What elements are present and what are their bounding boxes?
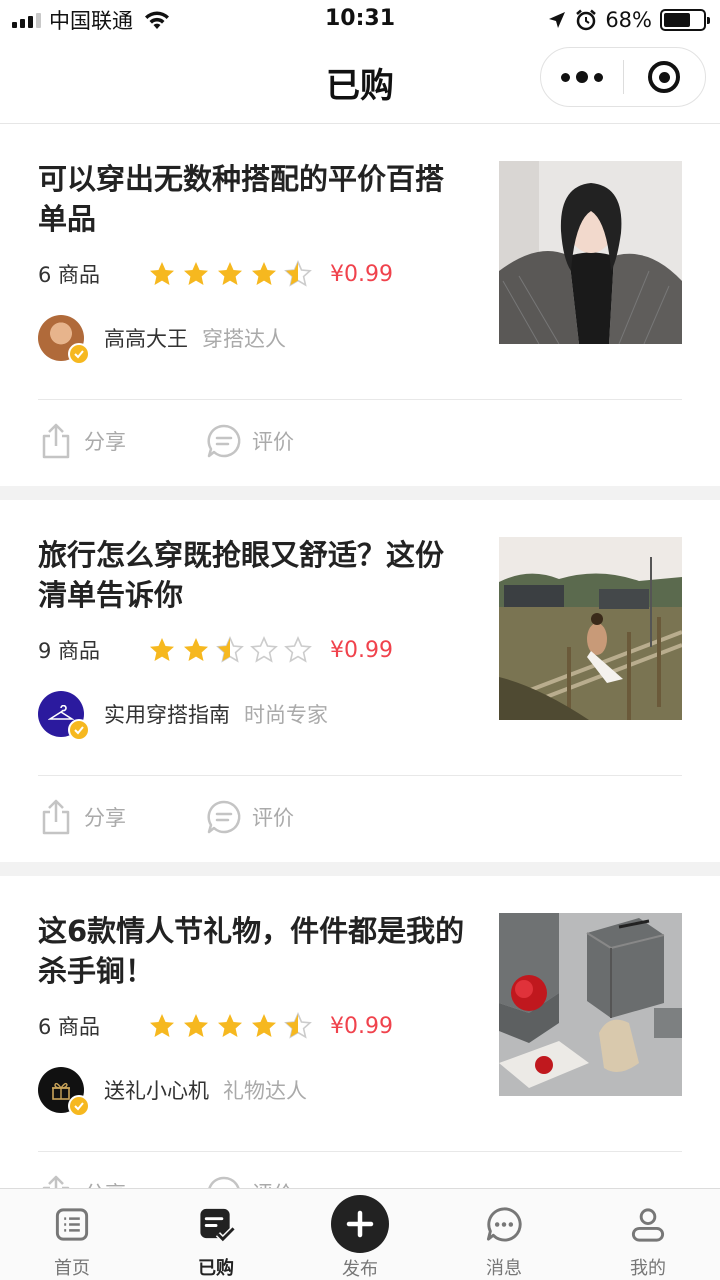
verified-badge-icon [68, 1095, 90, 1117]
tab-label: 发布 [342, 1259, 378, 1280]
author-name[interactable]: 送礼小心机 [104, 1075, 209, 1105]
chat-icon [486, 1207, 522, 1242]
hanger-icon [48, 705, 74, 720]
star-filled-icon [150, 262, 174, 285]
review-label: 评价 [252, 430, 294, 454]
tab-mine[interactable]: 我的 [576, 1189, 720, 1280]
review-label: 评价 [252, 806, 294, 830]
star-filled-icon [218, 262, 242, 285]
list-item[interactable]: 旅行怎么穿既抢眼又舒适？这份清单告诉你 9 商品 ¥0.99 实用穿搭指南 时尚… [0, 500, 720, 862]
battery-percent: 68% [605, 8, 652, 32]
card-title: 可以穿出无数种搭配的平价百搭单品 [38, 162, 445, 236]
item-count: 6 商品 [38, 1015, 101, 1039]
author-tag: 礼物达人 [223, 1079, 307, 1103]
cover-image[interactable] [499, 161, 682, 344]
tab-label: 首页 [54, 1258, 90, 1279]
nav-bar: 已购 [0, 40, 720, 124]
list-item[interactable]: 可以穿出无数种搭配的平价百搭单品 6 商品 ¥0.99 高高大王 穿搭达人 分享… [0, 124, 720, 486]
star-empty-icon [250, 636, 278, 663]
verified-badge-icon [68, 719, 90, 741]
battery-icon [660, 9, 710, 31]
share-icon [42, 423, 70, 459]
price: ¥0.99 [330, 261, 393, 287]
status-bar: 中国联通 10:31 68% [0, 0, 720, 40]
cover-image[interactable] [499, 913, 682, 1096]
share-icon [42, 799, 70, 835]
star-half-icon [284, 260, 312, 287]
tab-publish[interactable]: 发布 [288, 1189, 432, 1280]
close-button[interactable] [624, 48, 705, 106]
home-list-icon [55, 1208, 89, 1241]
author-tag: 时尚专家 [244, 703, 328, 727]
tab-home[interactable]: 首页 [0, 1189, 144, 1280]
review-button[interactable]: 评价 [206, 798, 294, 836]
share-label: 分享 [84, 806, 126, 830]
star-half-icon [284, 1012, 312, 1039]
comment-icon [207, 424, 241, 458]
price: ¥0.99 [330, 637, 393, 663]
avatar[interactable] [38, 691, 90, 741]
author-name[interactable]: 实用穿搭指南 [104, 699, 230, 729]
item-count: 6 商品 [38, 263, 101, 287]
tab-label: 消息 [486, 1258, 522, 1279]
star-filled-icon [184, 262, 208, 285]
avatar[interactable] [38, 315, 90, 365]
verified-badge-icon [68, 343, 90, 365]
rating-stars [148, 1012, 312, 1040]
price: ¥0.99 [330, 1013, 393, 1039]
card-title: 旅行怎么穿既抢眼又舒适？这份清单告诉你 [38, 538, 445, 612]
review-button[interactable]: 评价 [206, 422, 294, 460]
card-title: 这6款情人节礼物，件件都是我的杀手锏！ [38, 914, 465, 988]
tab-label: 我的 [630, 1258, 666, 1279]
star-filled-icon [184, 638, 208, 661]
avatar[interactable] [38, 1067, 90, 1117]
star-empty-icon [284, 636, 312, 663]
tab-label: 已购 [198, 1258, 234, 1279]
star-half-icon [216, 636, 244, 663]
location-arrow-icon [549, 12, 566, 28]
star-filled-icon [150, 1014, 174, 1037]
target-icon [648, 61, 681, 93]
share-button[interactable]: 分享 [38, 422, 126, 460]
bottom-tab-bar: 首页 已购 发布 消息 我的 [0, 1188, 720, 1280]
share-label: 分享 [84, 430, 126, 454]
mini-program-capsule [540, 47, 706, 107]
author-tag: 穿搭达人 [202, 327, 286, 351]
rating-stars [148, 636, 312, 664]
alarm-icon [576, 9, 597, 31]
star-filled-icon [150, 638, 174, 661]
star-filled-icon [252, 262, 276, 285]
cover-image[interactable] [499, 537, 682, 720]
person-icon [631, 1208, 665, 1242]
tab-purchased[interactable]: 已购 [144, 1189, 288, 1280]
tab-messages[interactable]: 消息 [432, 1189, 576, 1280]
more-button[interactable] [541, 48, 623, 106]
plus-icon [346, 1210, 374, 1238]
star-filled-icon [252, 1014, 276, 1037]
publish-button[interactable] [331, 1195, 389, 1253]
item-count: 9 商品 [38, 639, 101, 663]
author-name[interactable]: 高高大王 [104, 323, 188, 353]
gift-icon [52, 1082, 70, 1100]
list-item[interactable]: 这6款情人节礼物，件件都是我的杀手锏！ 6 商品 ¥0.99 送礼小心机 礼物达… [0, 876, 720, 1238]
purchased-icon [200, 1208, 236, 1244]
star-filled-icon [184, 1014, 208, 1037]
share-button[interactable]: 分享 [38, 798, 126, 836]
comment-icon [207, 800, 241, 834]
star-filled-icon [218, 1014, 242, 1037]
rating-stars [148, 260, 312, 288]
